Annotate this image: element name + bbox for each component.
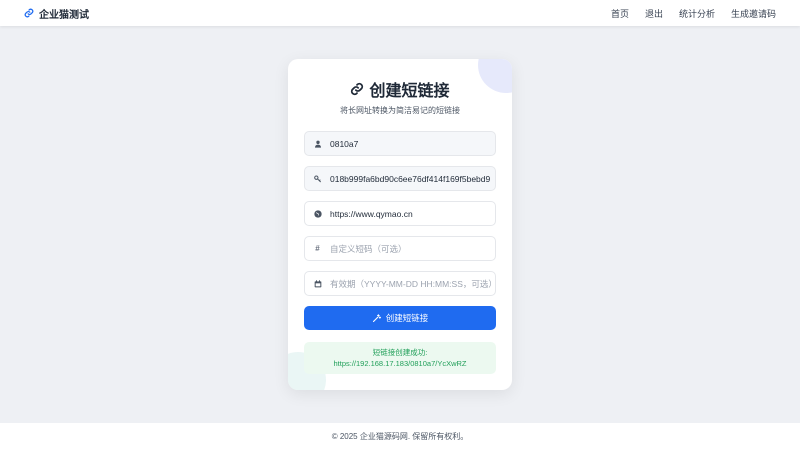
- create-shortlink-button[interactable]: 创建短链接: [304, 306, 496, 330]
- custom-code-input[interactable]: # 自定义短码（可选）: [304, 236, 496, 261]
- user-icon: [313, 139, 322, 148]
- key-icon: [313, 174, 322, 183]
- brand[interactable]: 企业猫测试: [24, 6, 89, 21]
- brand-name: 企业猫测试: [39, 9, 89, 21]
- nav-stats[interactable]: 统计分析: [679, 7, 715, 20]
- short-link[interactable]: https://192.168.17.183/0810a7/YcXwRZ: [333, 358, 466, 369]
- create-shortlink-card: 创建短链接 将长网址转换为简洁易记的短链接 0810a7 018b999fa6b…: [288, 59, 512, 390]
- expiry-input[interactable]: 有效期（YYYY-MM-DD HH:MM:SS，可选）: [304, 271, 496, 296]
- username-value: 0810a7: [330, 138, 359, 149]
- url-value: https://www.qymao.cn: [330, 208, 413, 219]
- nav-logout[interactable]: 退出: [645, 7, 663, 20]
- link-icon: [351, 82, 364, 96]
- card-title-text: 创建短链接: [369, 83, 450, 100]
- nav-links: 首页 退出 统计分析 生成邀请码: [611, 7, 776, 20]
- success-heading: 短链接创建成功:: [372, 348, 428, 357]
- create-shortlink-label: 创建短链接: [385, 313, 429, 323]
- expiry-placeholder: 有效期（YYYY-MM-DD HH:MM:SS，可选）: [330, 278, 496, 289]
- footer: © 2025 企业猫源码网. 保留所有权利。: [0, 423, 800, 450]
- magic-wand-icon: [372, 313, 381, 322]
- username-field[interactable]: 0810a7: [304, 131, 496, 156]
- nav-home[interactable]: 首页: [611, 7, 629, 20]
- calendar-icon: [313, 279, 322, 288]
- card-title: 创建短链接: [288, 77, 512, 101]
- key-value: 018b999fa6bd90c6ee76df414f169f5bebd9: [330, 173, 491, 184]
- globe-icon: [313, 209, 322, 218]
- card-subtitle: 将长网址转换为简洁易记的短链接: [340, 106, 460, 115]
- nav-invite-code[interactable]: 生成邀请码: [731, 7, 776, 20]
- top-navbar: 企业猫测试 首页 退出 统计分析 生成邀请码: [0, 0, 800, 26]
- success-message: 短链接创建成功: https://192.168.17.183/0810a7/Y…: [304, 342, 496, 374]
- link-icon: [24, 8, 34, 18]
- url-field[interactable]: https://www.qymao.cn: [304, 201, 496, 226]
- key-field[interactable]: 018b999fa6bd90c6ee76df414f169f5bebd9: [304, 166, 496, 191]
- hash-icon: #: [315, 244, 320, 253]
- custom-code-placeholder: 自定义短码（可选）: [330, 243, 407, 254]
- copyright-text: © 2025 企业猫源码网. 保留所有权利。: [331, 432, 469, 441]
